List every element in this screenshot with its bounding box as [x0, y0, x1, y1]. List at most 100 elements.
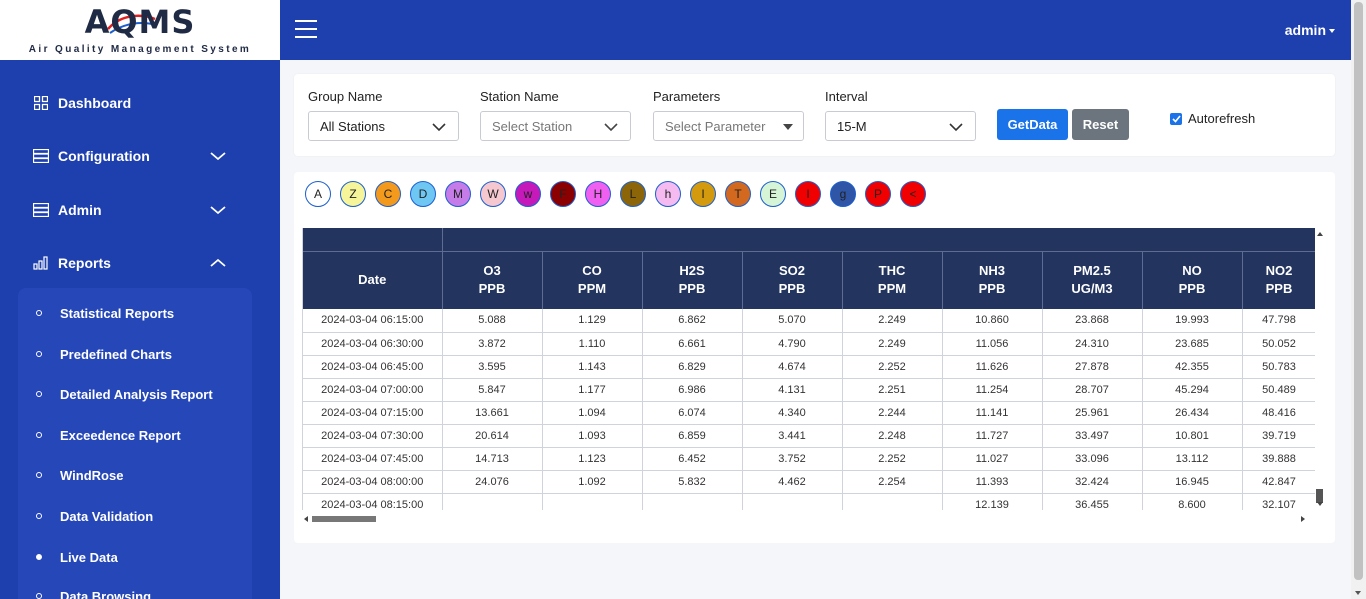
column-header[interactable]: O3 PPB	[442, 250, 543, 309]
table-cell: 27.878	[1042, 355, 1143, 379]
column-header[interactable]: PM2.5 UG/M3	[1042, 250, 1143, 309]
table-cell: 33.497	[1042, 424, 1143, 448]
scroll-left-arrow-icon[interactable]	[304, 516, 308, 522]
hamburger-menu-icon[interactable]	[295, 20, 317, 38]
bar-chart-icon	[32, 254, 50, 272]
stack-icon	[32, 147, 50, 165]
bullet-icon	[36, 351, 42, 357]
table-cell: 2.249	[842, 309, 943, 333]
checkbox-checked-icon[interactable]	[1170, 112, 1182, 125]
table-horizontal-scrollbar[interactable]	[302, 514, 1315, 524]
scroll-down-arrow-icon[interactable]	[1317, 502, 1323, 506]
get-data-button[interactable]: GetData	[997, 109, 1068, 140]
table-cell: 11.141	[942, 401, 1043, 425]
sidebar-item-reports[interactable]: Reports	[32, 250, 232, 276]
parameters-select[interactable]: Select Parameter	[653, 111, 804, 141]
table-cell: 36.455	[1042, 493, 1143, 510]
table-header-band	[303, 228, 1315, 251]
scrollbar-thumb[interactable]	[1354, 2, 1363, 580]
column-header-unit: PPB	[978, 281, 1006, 297]
table-cell	[542, 493, 643, 510]
table-cell: 47.798	[1242, 309, 1315, 333]
bullet-icon	[36, 391, 42, 397]
submenu-item-predefined-charts[interactable]: Predefined Charts	[18, 342, 252, 366]
flag-legend-item: A	[305, 181, 331, 207]
table-cell: 42.355	[1142, 355, 1243, 379]
scrollbar-thumb[interactable]	[312, 516, 376, 522]
table-cell: 24.076	[442, 470, 543, 494]
table-cell: 2.254	[842, 470, 943, 494]
submenu-item-label: Live Data	[60, 549, 118, 565]
flag-legend-item: E	[760, 181, 786, 207]
logo[interactable]: AQMS Air Quality Management System	[0, 0, 280, 60]
table-row: 2024-03-04 08:00:00 24.076 1.092 5.832 4.462…	[303, 470, 1315, 494]
submenu-item-statistical-reports[interactable]: Statistical Reports	[18, 301, 252, 325]
table-cell: 24.310	[1042, 332, 1143, 356]
column-header-unit: UG/M3	[1071, 281, 1113, 297]
table-cell: 2024-03-04 06:30:00	[303, 332, 443, 356]
table-cell: 25.961	[1042, 401, 1143, 425]
table-row: 2024-03-04 07:45:00 14.713 1.123 6.452 3.752…	[303, 447, 1315, 471]
table-cell: 4.131	[742, 378, 843, 402]
submenu-item-detailed-analysis-report[interactable]: Detailed Analysis Report	[18, 382, 252, 406]
column-header-name: NO	[1182, 263, 1202, 279]
sidebar-item-admin[interactable]: Admin	[32, 197, 232, 223]
column-header[interactable]: NO2 PPB	[1242, 250, 1315, 309]
table-cell: 1.093	[542, 424, 643, 448]
column-header[interactable]: H2S PPB	[642, 250, 743, 309]
caret-down-icon	[1329, 29, 1335, 34]
table-cell: 1.092	[542, 470, 643, 494]
scroll-down-arrow-icon[interactable]	[1355, 591, 1361, 595]
chevron-down-icon	[604, 120, 618, 135]
stack-icon	[32, 201, 50, 219]
submenu-item-live-data[interactable]: Live Data	[18, 545, 252, 569]
submenu-item-label: Data Browsing	[60, 588, 152, 599]
column-header[interactable]: Date	[303, 250, 443, 309]
submenu-item-data-browsing[interactable]: Data Browsing	[18, 584, 252, 599]
sidebar-item-dashboard[interactable]: Dashboard	[32, 90, 232, 116]
table-cell: 6.074	[642, 401, 743, 425]
page-scrollbar[interactable]	[1351, 0, 1366, 599]
table-cell: 6.986	[642, 378, 743, 402]
table-cell	[742, 493, 843, 510]
table-vertical-scrollbar[interactable]	[1315, 228, 1325, 510]
table-cell: 5.832	[642, 470, 743, 494]
sidebar-item-label: Admin	[58, 202, 102, 218]
submenu-item-data-validation[interactable]: Data Validation	[18, 504, 252, 528]
station-name-field: Station Name Select Station	[480, 89, 631, 141]
reset-button[interactable]: Reset	[1072, 109, 1129, 140]
table-cell: 5.088	[442, 309, 543, 333]
flag-legend-item: g	[830, 181, 856, 207]
submenu-item-exceedence-report[interactable]: Exceedence Report	[18, 423, 252, 447]
table-cell: 2024-03-04 08:15:00	[303, 493, 443, 510]
submenu-item-windrose[interactable]: WindRose	[18, 463, 252, 487]
chevron-down-icon	[210, 148, 226, 164]
column-header[interactable]: THC PPM	[842, 250, 943, 309]
scroll-up-arrow-icon[interactable]	[1317, 232, 1323, 236]
table-cell: 42.847	[1242, 470, 1315, 494]
flag-legend-item: F	[550, 181, 576, 207]
scroll-right-arrow-icon[interactable]	[1301, 516, 1305, 522]
scrollbar-thumb[interactable]	[1316, 489, 1323, 503]
station-name-select[interactable]: Select Station	[480, 111, 631, 141]
table-cell: 28.707	[1042, 378, 1143, 402]
table-cell: 1.123	[542, 447, 643, 471]
column-header[interactable]: SO2 PPB	[742, 250, 843, 309]
table-cell: 3.752	[742, 447, 843, 471]
flag-legend-item: I	[795, 181, 821, 207]
user-menu[interactable]: admin	[1285, 22, 1335, 38]
column-header[interactable]: CO PPM	[542, 250, 643, 309]
column-header[interactable]: NO PPB	[1142, 250, 1243, 309]
column-header-name: SO2	[778, 263, 805, 279]
flag-legend-item: M	[445, 181, 471, 207]
column-header-name: O3	[483, 263, 501, 279]
autorefresh-toggle[interactable]: Autorefresh	[1170, 111, 1255, 126]
column-header[interactable]: NH3 PPB	[942, 250, 1043, 309]
table-cell: 6.452	[642, 447, 743, 471]
interval-select[interactable]: 15-M	[825, 111, 976, 141]
table-cell: 3.441	[742, 424, 843, 448]
chevron-down-icon	[949, 120, 963, 135]
sidebar-item-configuration[interactable]: Configuration	[32, 143, 232, 169]
table-cell: 11.393	[942, 470, 1043, 494]
group-name-select[interactable]: All Stations	[308, 111, 459, 141]
